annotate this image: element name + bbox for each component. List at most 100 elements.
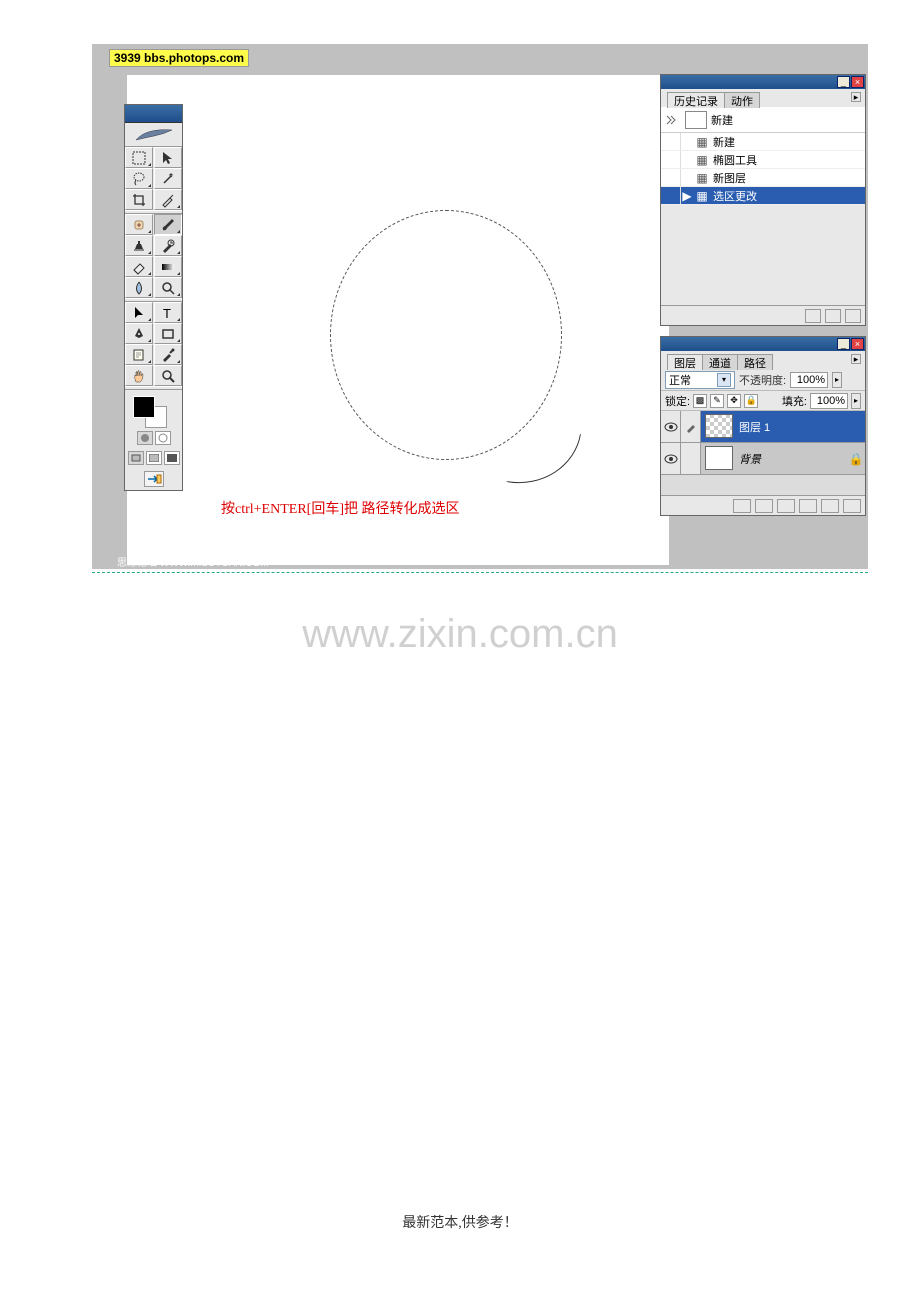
foreground-color[interactable] (133, 396, 155, 418)
new-doc-from-state-button[interactable] (805, 309, 821, 323)
tab-layers[interactable]: 图层 (667, 354, 703, 370)
healing-brush-tool[interactable] (125, 214, 153, 235)
brush-tool[interactable] (154, 214, 182, 235)
layer-name[interactable]: 背景 (737, 443, 847, 474)
history-item[interactable]: ▦ 新图层 (661, 169, 865, 187)
brush-indicator-icon[interactable] (681, 411, 701, 442)
history-tabs: 历史记录 动作 ▸ (661, 89, 865, 107)
marquee-tool[interactable] (125, 147, 153, 168)
lock-transparency-button[interactable]: ▩ (693, 394, 707, 408)
instruction-text: 按ctrl+ENTER[回车]把 路径转化成选区 (221, 498, 459, 518)
new-layer-button[interactable] (821, 499, 839, 513)
page-watermark: www.zixin.com.cn (0, 612, 920, 657)
layer-thumbnail[interactable] (705, 414, 733, 438)
standard-mode-button[interactable] (137, 431, 153, 445)
history-panel: _ × 历史记录 动作 ▸ 新建 ▦ 新建 ▦ 椭圆工具 (660, 74, 866, 326)
opacity-flyout-icon[interactable]: ▸ (832, 372, 842, 388)
magic-wand-tool[interactable] (154, 168, 182, 189)
tab-actions[interactable]: 动作 (724, 92, 760, 108)
fill-input[interactable]: 100% (810, 393, 848, 409)
eraser-tool[interactable] (125, 256, 153, 277)
layers-titlebar[interactable]: _ × (661, 337, 865, 351)
toolbox-panel: T (124, 104, 183, 491)
pen-tool[interactable] (125, 323, 153, 344)
blur-tool[interactable] (125, 277, 153, 298)
panel-menu-icon[interactable]: ▸ (851, 92, 861, 102)
screen-mode-full[interactable] (164, 451, 180, 465)
history-footer (661, 305, 865, 325)
adjustment-layer-button[interactable] (799, 499, 817, 513)
clone-stamp-tool[interactable] (125, 235, 153, 256)
panel-menu-icon[interactable]: ▸ (851, 354, 861, 364)
chevron-down-icon: ▾ (717, 373, 731, 387)
jump-to-imageready[interactable] (144, 471, 164, 487)
screen-mode-full-menu[interactable] (146, 451, 162, 465)
dodge-tool[interactable] (154, 277, 182, 298)
history-titlebar[interactable]: _ × (661, 75, 865, 89)
blend-mode-value: 正常 (669, 372, 691, 388)
layer-name[interactable]: 图层 1 (737, 411, 865, 442)
snapshot-label: 新建 (711, 112, 733, 128)
close-button[interactable]: × (851, 338, 864, 350)
new-set-button[interactable] (777, 499, 795, 513)
layer-style-button[interactable] (733, 499, 751, 513)
new-snapshot-button[interactable] (825, 309, 841, 323)
layer-row[interactable]: 图层 1 (661, 411, 865, 443)
lock-position-button[interactable]: ✥ (727, 394, 741, 408)
history-item[interactable]: ▦ 新建 (661, 133, 865, 151)
divider (92, 572, 868, 573)
toolbox-titlebar[interactable] (125, 105, 182, 123)
tab-channels[interactable]: 通道 (702, 354, 738, 370)
tab-paths[interactable]: 路径 (737, 354, 773, 370)
minimize-button[interactable]: _ (837, 76, 850, 88)
history-brush-tool[interactable] (154, 235, 182, 256)
history-list: ▦ 新建 ▦ 椭圆工具 ▦ 新图层 ▶ ▦ 选区更改 (661, 133, 865, 205)
history-item[interactable]: ▶ ▦ 选区更改 (661, 187, 865, 205)
notes-tool[interactable] (125, 344, 153, 365)
minimize-button[interactable]: _ (837, 338, 850, 350)
blend-mode-select[interactable]: 正常 ▾ (665, 371, 735, 389)
selection-marquee (330, 210, 562, 460)
layer-thumbnail[interactable] (705, 446, 733, 470)
opacity-input[interactable]: 100% (790, 372, 828, 388)
watermark-badge: 3939 bbs.photops.com (109, 49, 249, 67)
current-step-icon: ▶ (681, 189, 693, 203)
screen-mode-standard[interactable] (128, 451, 144, 465)
path-selection-tool[interactable] (125, 302, 153, 323)
delete-state-button[interactable] (845, 309, 861, 323)
history-item[interactable]: ▦ 椭圆工具 (661, 151, 865, 169)
layer-row[interactable]: 背景 🔒 (661, 443, 865, 475)
history-snapshot-row[interactable]: 新建 (661, 107, 865, 133)
layers-list: 图层 1 背景 🔒 (661, 411, 865, 495)
color-swatch[interactable] (125, 390, 182, 428)
shape-tool[interactable] (154, 323, 182, 344)
lock-label: 锁定: (665, 393, 690, 409)
lock-image-button[interactable]: ✎ (710, 394, 724, 408)
quickmask-mode-button[interactable] (155, 431, 171, 445)
source-credit: 思缘论坛 WWW.MISSYUAN.COM (117, 554, 269, 569)
move-tool[interactable] (154, 147, 182, 168)
close-button[interactable]: × (851, 76, 864, 88)
layers-panel: _ × 图层 通道 路径 ▸ 正常 ▾ 不透明度: 100% ▸ 锁定: ▩ ✎… (660, 336, 866, 516)
link-toggle[interactable] (681, 443, 701, 474)
lasso-tool[interactable] (125, 168, 153, 189)
document-icon: ▦ (693, 171, 711, 185)
layer-mask-button[interactable] (755, 499, 773, 513)
slice-tool[interactable] (154, 189, 182, 210)
fill-label: 填充: (782, 393, 807, 409)
visibility-toggle[interactable] (661, 443, 681, 474)
fill-flyout-icon[interactable]: ▸ (851, 393, 861, 409)
document-icon: ▦ (693, 189, 711, 203)
eyedropper-tool[interactable] (154, 344, 182, 365)
gradient-tool[interactable] (154, 256, 182, 277)
delete-layer-button[interactable] (843, 499, 861, 513)
lock-all-button[interactable]: 🔒 (744, 394, 758, 408)
type-tool[interactable]: T (154, 302, 182, 323)
tab-history[interactable]: 历史记录 (667, 92, 725, 108)
opacity-label: 不透明度: (739, 372, 786, 388)
zoom-tool[interactable] (154, 365, 182, 386)
crop-tool[interactable] (125, 189, 153, 210)
hand-tool[interactable] (125, 365, 153, 386)
visibility-toggle[interactable] (661, 411, 681, 442)
photoshop-logo-icon (125, 123, 182, 147)
